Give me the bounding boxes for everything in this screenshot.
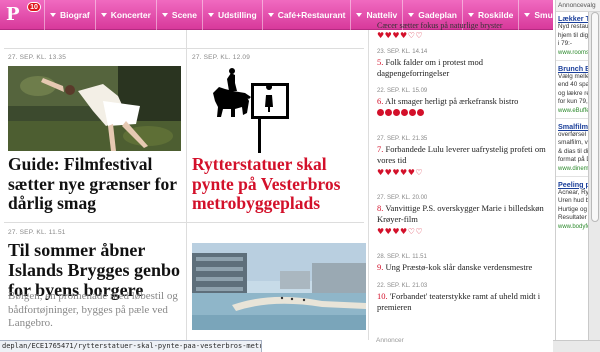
list-item-timestamp: 22. SEP. KL. 21.03	[377, 283, 428, 289]
status-bar-url: deplan/ECE1765471/rytterstatuer-skal-pyn…	[0, 340, 262, 352]
list-item-rank: 9.	[377, 262, 384, 272]
list-item-link[interactable]: Folk falder om i protest mod dagpengefor…	[377, 57, 483, 78]
site-logo[interactable]: P	[6, 5, 26, 25]
article-headline[interactable]: Guide: Filmfestival sætter nye grænser f…	[8, 154, 184, 214]
ad-column-header: Annoncevalg	[556, 0, 600, 12]
article-photo-harbour[interactable]	[192, 243, 366, 330]
chevron-down-icon	[267, 13, 274, 17]
column-divider	[368, 30, 369, 340]
list-item-rank: 5.	[377, 57, 384, 67]
chevron-down-icon	[356, 13, 363, 17]
list-item-rank: 7.	[377, 144, 384, 154]
list-item-link[interactable]: Vanvittige P.S. overskygger Marie i bill…	[377, 203, 544, 224]
list-item-rank: 10.	[377, 291, 388, 301]
nav-item-biograf[interactable]: Biograf	[44, 0, 95, 30]
pepper-icon	[409, 109, 416, 116]
pepper-icon	[401, 109, 408, 116]
nav-item-scene[interactable]: Scene	[155, 0, 202, 30]
article-timestamp: 27. SEP. KL. 13.35	[8, 54, 67, 61]
pepper-icon	[377, 109, 384, 116]
list-item: 28. SEP. KL. 11.51 9. Ung Præstø-kok slå…	[377, 254, 553, 273]
chevron-down-icon	[207, 13, 214, 17]
ads-footer-label: Annoncer	[376, 337, 404, 344]
list-item-timestamp: 27. SEP. KL. 20.00	[377, 195, 428, 201]
scrollbar-thumb[interactable]	[591, 12, 599, 222]
rating-hearts: ♥♥♥♥♡♡	[377, 227, 424, 236]
harbour-rendering	[192, 243, 366, 330]
list-item: 23. SEP. KL. 14.14 5. Folk falder om i p…	[377, 49, 553, 79]
nav-item-koncerter[interactable]: Koncerter	[94, 0, 156, 30]
list-item-timestamp: 22. SEP. KL. 15.09	[377, 88, 428, 94]
rating-peppers	[377, 109, 553, 118]
list-item-timestamp: 27. SEP. KL. 21.35	[377, 136, 428, 142]
notification-badge: 10	[27, 2, 41, 12]
pepper-icon	[393, 109, 400, 116]
section-divider	[4, 48, 364, 49]
article-timestamp: 27. SEP. KL. 12.09	[192, 54, 251, 61]
list-item-link[interactable]: Ung Præstø-kok slår danske verdensmestre	[386, 262, 533, 272]
list-item: 22. SEP. KL. 15.09 6. Alt smager herligt…	[377, 88, 553, 118]
list-item: 22. SEP. KL. 21.03 10. 'Forbandet' teate…	[377, 283, 553, 313]
rating-hearts: ♥♥♥♥♡♡	[377, 31, 424, 40]
article-lead: Bølgen, en promenade med løbestil og båd…	[8, 290, 178, 329]
pepper-icon	[385, 109, 392, 116]
list-item-link[interactable]: Alt smager herligt på ærkefransk bistro	[385, 96, 518, 106]
list-item: 27. SEP. KL. 21.35 7. Forbandede Lulu le…	[377, 136, 553, 177]
list-item-text[interactable]: Cæcer sætter fokus på naturlige bryster	[377, 21, 503, 30]
list-item: 27. SEP. KL. 20.00 8. Vanvittige P.S. ov…	[377, 195, 553, 236]
list-item-rank: 6.	[377, 96, 384, 106]
list-item-link[interactable]: 'Forbandet' teaterstykke ramt af uheld m…	[377, 291, 540, 312]
chevron-down-icon	[408, 13, 415, 17]
rating-hearts: ♥♥♥♥♥♡	[377, 168, 424, 177]
dancer-photo	[8, 66, 181, 151]
horizontal-scrollbar[interactable]	[553, 340, 600, 352]
chevron-down-icon	[50, 13, 56, 17]
list-item-timestamp: 28. SEP. KL. 11.51	[377, 254, 427, 260]
nav-item-cafe-restaurant[interactable]: Café+Restaurant	[261, 0, 351, 30]
article-photo-dancer[interactable]	[8, 66, 181, 151]
list-item-rank: 8.	[377, 203, 384, 213]
chevron-down-icon	[100, 13, 107, 17]
list-item-timestamp: 23. SEP. KL. 14.14	[377, 49, 428, 55]
pepper-icon	[417, 109, 424, 116]
chevron-down-icon	[467, 13, 474, 17]
list-item: Cæcer sætter fokus på naturlige bryster	[377, 20, 553, 31]
vertical-scrollbar[interactable]	[588, 12, 600, 340]
article-timestamp: 27. SEP. KL. 11.51	[8, 229, 66, 236]
horse-statue-illustration[interactable]	[205, 65, 295, 153]
chevron-down-icon	[161, 13, 168, 17]
chevron-down-icon	[524, 13, 531, 17]
section-divider	[4, 222, 364, 223]
nav-item-udstilling[interactable]: Udstilling	[201, 0, 262, 30]
article-headline[interactable]: Rytterstatuer skal pynte på Vesterbros m…	[192, 154, 368, 214]
list-item-link[interactable]: Forbandede Lulu leverer uafrystelig prof…	[377, 144, 546, 165]
